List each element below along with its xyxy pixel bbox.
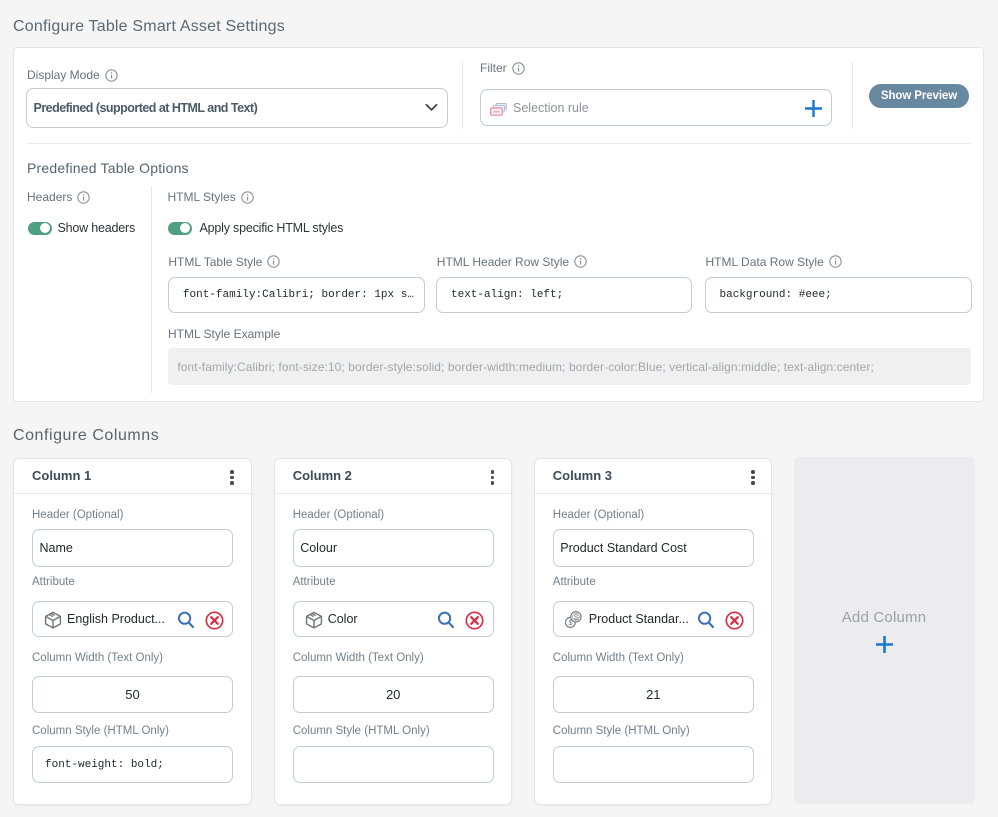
svg-text:$: $ <box>574 614 578 621</box>
